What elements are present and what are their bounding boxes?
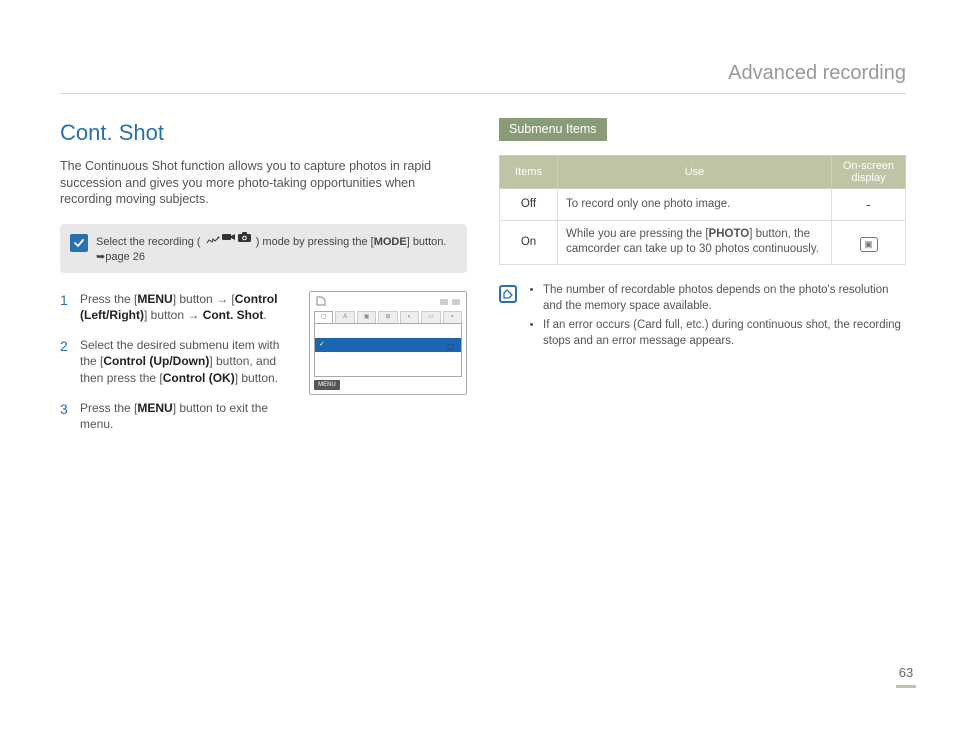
lcd-tab: A [335, 311, 354, 323]
cont-shot-icon: ▣ [860, 237, 878, 252]
camera-icon [238, 232, 251, 247]
note-text: Select the recording ( ) mode by pressin… [96, 232, 457, 264]
table-header-use: Use [558, 155, 832, 188]
hand-icon [206, 234, 220, 245]
lcd-row-selected: ✓ [315, 338, 461, 352]
lcd-status-icons [440, 299, 460, 305]
info-box: The number of recordable photos depends … [499, 283, 906, 353]
info-item: The number of recordable photos depends … [543, 283, 906, 314]
info-list: The number of recordable photos depends … [527, 283, 906, 353]
lcd-tab: ▭ [421, 311, 440, 323]
lcd-tab: ⊞ [378, 311, 397, 323]
lcd-row [315, 324, 461, 338]
check-icon [70, 234, 88, 252]
page-number: 63 [896, 664, 916, 688]
page-header: Advanced recording [60, 60, 906, 94]
submenu-table: Items Use On-screen display Off To recor… [499, 155, 906, 265]
steps-list: 1 Press the [MENU] button → [Control (Le… [60, 291, 297, 446]
lcd-tabs: ▢ A ▣ ⊞ ◐ ▭ ▪ [314, 311, 462, 323]
row-item: Off [500, 189, 558, 221]
step-3: 3 Press the [MENU] button to exit the me… [60, 400, 297, 432]
row-display: ▣ [832, 220, 906, 264]
video-icon [222, 232, 236, 247]
table-header-display: On-screen display [832, 155, 906, 188]
lcd-tab: ▣ [357, 311, 376, 323]
note-box: Select the recording ( ) mode by pressin… [60, 224, 467, 272]
step-1: 1 Press the [MENU] button → [Control (Le… [60, 291, 297, 323]
row-display: - [832, 189, 906, 221]
page-ref-arrow: ➥ [96, 251, 105, 263]
lcd-tab: ◐ [400, 311, 419, 323]
table-header-items: Items [500, 155, 558, 188]
step-number: 1 [60, 291, 72, 323]
info-item: If an error occurs (Card full, etc.) dur… [543, 318, 906, 349]
lcd-body: ✓ ▢ [314, 323, 462, 377]
left-column: Cont. Shot The Continuous Shot function … [60, 118, 467, 690]
section-title: Cont. Shot [60, 118, 467, 148]
step-2: 2 Select the desired submenu item with t… [60, 337, 297, 386]
lcd-cont-icon: ▢ [447, 342, 457, 352]
row-use: While you are pressing the [PHOTO] butto… [558, 220, 832, 264]
row-use: To record only one photo image. [558, 189, 832, 221]
right-column: Submenu Items Items Use On-screen displa… [499, 118, 906, 690]
lcd-tab: ▢ [314, 311, 333, 323]
table-row: On While you are pressing the [PHOTO] bu… [500, 220, 906, 264]
submenu-title: Submenu Items [499, 118, 607, 141]
lcd-menu-badge: MENU [314, 380, 340, 390]
row-item: On [500, 220, 558, 264]
step-number: 2 [60, 337, 72, 386]
sd-card-icon [316, 294, 326, 310]
step-number: 3 [60, 400, 72, 432]
lcd-tab: ▪ [443, 311, 462, 323]
intro-text: The Continuous Shot function allows you … [60, 158, 467, 209]
lcd-preview: ▢ A ▣ ⊞ ◐ ▭ ▪ ✓ ▢ MENU [309, 291, 467, 395]
info-icon [499, 285, 517, 303]
table-row: Off To record only one photo image. - [500, 189, 906, 221]
